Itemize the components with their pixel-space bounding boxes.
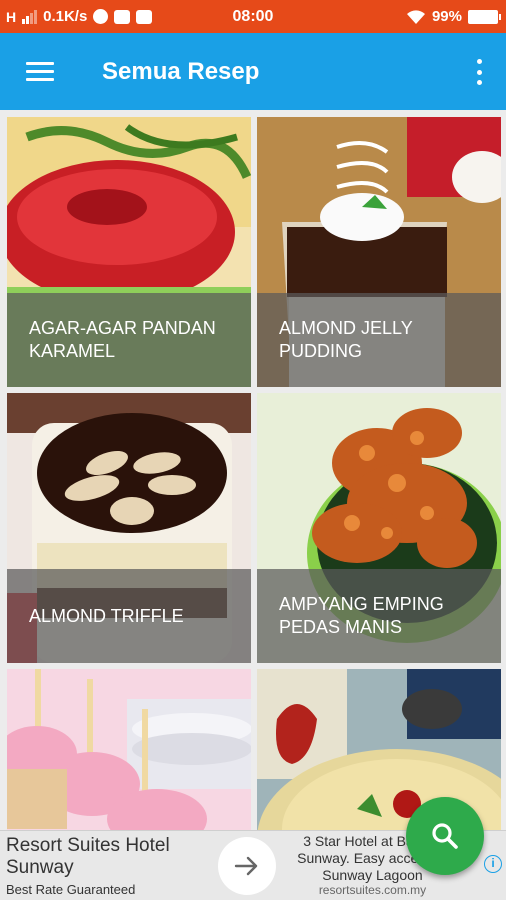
status-right: 99% [406,0,501,33]
recipe-card-almond-jelly[interactable]: ALMOND JELLY PUDDING [257,117,501,387]
arrow-right-icon [234,856,258,876]
ad-title[interactable]: Resort Suites Hotel Sunway [6,835,216,879]
ad-info-icon[interactable]: i [484,855,502,873]
recipe-card-almond-triffle[interactable]: ALMOND TRIFFLE [7,393,251,663]
recipe-title: AGAR-AGAR PANDAN KARAMEL [7,293,251,387]
recipe-photo [7,669,251,830]
recipe-card-agar-agar[interactable]: AGAR-AGAR PANDAN KARAMEL [7,117,251,387]
clock-time: 08:00 [232,7,274,25]
recipe-title: ALMOND JELLY PUDDING [257,293,501,387]
more-vert-icon[interactable] [474,59,484,85]
ad-subtitle: Best Rate Guaranteed [6,882,136,897]
battery-icon [468,9,501,24]
ad-url: resortsuites.com.my [318,883,427,897]
recipe-card-ampyang-emping[interactable]: AMPYANG EMPING PEDAS MANIS [257,393,501,663]
hamburger-menu-icon[interactable] [26,62,54,82]
ad-open-button[interactable] [218,837,276,895]
search-fab[interactable] [406,797,484,875]
page-title: Semua Resep [102,58,260,85]
app-bar: Semua Resep [0,33,506,110]
recipe-title: ALMOND TRIFFLE [7,569,251,663]
recipe-grid: AGAR-AGAR PANDAN KARAMEL ALMOND JELLY PU… [0,110,506,830]
wifi-icon [406,9,425,24]
search-icon [432,823,458,849]
recipe-card-5[interactable] [7,669,251,830]
recipe-title: AMPYANG EMPING PEDAS MANIS [257,569,501,663]
battery-percent: 99% [431,8,462,25]
status-bar: H 0.1K/s 08:00 99% [0,0,506,33]
